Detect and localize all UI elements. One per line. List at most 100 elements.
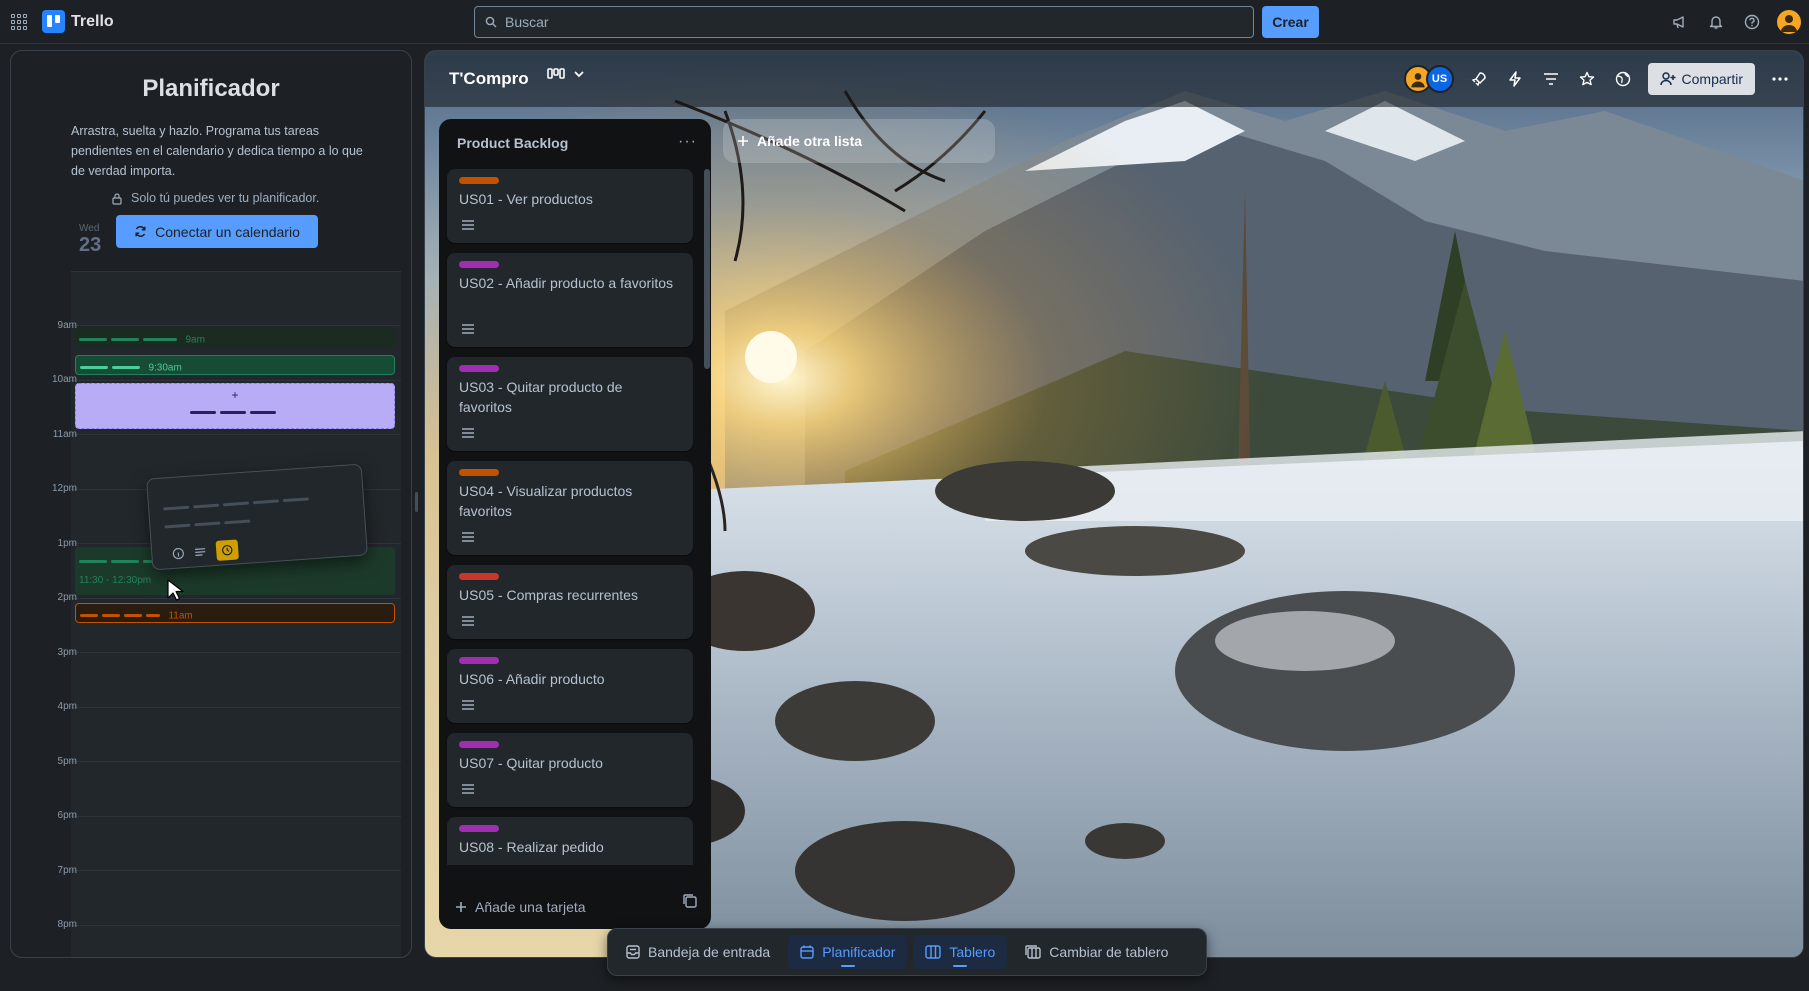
card-label [459,573,499,580]
card-label [459,469,499,476]
megaphone-icon[interactable] [1669,11,1691,33]
card-title: US02 - Añadir producto a favoritos [459,275,674,291]
switcher-inbox[interactable]: Bandeja de entrada [614,935,782,969]
connect-calendar-button[interactable]: Conectar un calendario [116,215,318,248]
card-us06[interactable]: US06 - Añadir producto [447,649,693,723]
calendar-event[interactable]: 11am [75,603,395,623]
share-label: Compartir [1681,71,1743,87]
sync-icon [135,226,146,237]
description-icon [462,428,474,438]
board-members[interactable]: US [1403,65,1454,93]
app-name: Trello [71,12,114,30]
card-us05[interactable]: US05 - Compras recurrentes [447,565,693,639]
calendar-day-header: Wed 23 [79,223,101,257]
event-time: 11:30 - 12:30pm [79,575,152,586]
board-title[interactable]: T'Compro [449,69,529,89]
search-input[interactable] [505,14,1205,30]
create-button[interactable]: Crear [1262,6,1319,38]
hour-label: 7pm [57,865,77,876]
card-us01[interactable]: US01 - Ver productos [447,169,693,243]
board-canvas: T'Compro US Compartir Product Backlog ··… [424,50,1804,958]
filter-icon[interactable] [1540,68,1562,90]
card-title: US08 - Realizar pedido [459,839,604,855]
hour-label: 5pm [57,756,77,767]
panel-resize-handle[interactable] [415,492,418,512]
planner-panel: Planificador Arrastra, suelta y hazlo. P… [10,50,412,958]
plus-icon [456,902,466,912]
description-icon [462,700,474,710]
weekday-label: Wed [79,223,100,234]
description-icon [462,324,474,334]
card-us02[interactable]: US02 - Añadir producto a favoritos [447,253,693,347]
user-avatar[interactable] [1777,10,1801,34]
top-navigation-bar: Trello Crear [0,0,1809,44]
template-icon[interactable] [683,894,697,913]
add-member-icon [1659,72,1676,86]
card-title: US06 - Añadir producto [459,671,605,687]
member-avatar-initials[interactable]: US [1425,65,1454,93]
list-title[interactable]: Product Backlog [457,135,568,151]
hour-label: 8pm [57,919,77,930]
card-title: US07 - Quitar producto [459,755,603,771]
hour-label: 3pm [57,647,77,658]
due-date-clock-icon [215,539,239,561]
card-label [459,657,499,664]
connect-calendar-label: Conectar un calendario [155,223,300,240]
help-icon[interactable] [1741,11,1763,33]
switch-board-icon [1025,945,1041,959]
share-button[interactable]: Compartir [1647,63,1755,95]
star-icon[interactable] [1576,68,1598,90]
add-list-button[interactable]: Añade otra lista [723,119,995,163]
globe-icon[interactable] [1612,68,1634,90]
switcher-change-label: Cambiar de tablero [1049,944,1169,960]
add-card-button[interactable]: Añade una tarjeta [455,899,586,915]
card-title: US03 - Quitar producto de favoritos [459,379,623,415]
search-box[interactable] [474,6,1254,38]
apps-grid-icon[interactable] [8,11,30,33]
list-product-backlog[interactable]: Product Backlog ··· US01 - Ver productos… [439,119,711,929]
hour-label: 12pm [51,483,77,494]
card-title: US04 - Visualizar productos favoritos [459,483,633,519]
lightning-icon[interactable] [1504,68,1526,90]
board-header: T'Compro US Compartir [425,51,1803,107]
card-us08[interactable]: US08 - Realizar pedido [447,817,693,865]
trello-home-link[interactable]: Trello [42,10,114,33]
dragged-card-preview[interactable] [146,463,368,571]
hour-label: 11am [52,429,77,440]
hour-label: 6pm [57,810,77,821]
hour-label: 1pm [57,538,77,549]
mouse-cursor [167,579,187,608]
lock-icon [112,192,122,205]
bell-icon[interactable] [1705,11,1727,33]
card-us07[interactable]: US07 - Quitar producto [447,733,693,807]
add-card-label: Añade una tarjeta [475,899,586,915]
card-us04[interactable]: US04 - Visualizar productos favoritos [447,461,693,555]
description-icon [462,784,474,794]
list-more-icon[interactable]: ··· [678,133,697,151]
switcher-planner[interactable]: Planificador [788,935,908,969]
card-title: US01 - Ver productos [459,191,593,207]
switcher-board[interactable]: Tablero [913,935,1008,969]
event-time: 9am [185,334,205,346]
hour-label: 2pm [57,592,77,603]
calendar-event[interactable]: 9:30am [75,355,395,375]
switcher-board-label: Tablero [949,944,996,960]
drop-zone-event[interactable]: + [75,383,395,429]
card-label [459,261,499,268]
switcher-planner-label: Planificador [822,944,896,960]
more-icon[interactable] [1769,68,1791,90]
info-icon [172,548,184,560]
calendar-event[interactable]: 9am [75,327,395,347]
description-icon [462,220,474,230]
card-us03[interactable]: US03 - Quitar producto de favoritos [447,357,693,451]
search-icon [485,16,497,28]
planner-title: Planificador [142,75,280,102]
switcher-change-board[interactable]: Cambiar de tablero [1013,935,1180,969]
board-view-switcher[interactable] [547,67,585,81]
hour-label: 4pm [57,701,77,712]
planner-privacy-note: Solo tú puedes ver tu planificador. [111,191,319,205]
list-scrollbar[interactable] [704,169,710,369]
plus-icon: + [231,388,239,402]
rocket-icon[interactable] [1468,68,1490,90]
card-label [459,177,499,184]
